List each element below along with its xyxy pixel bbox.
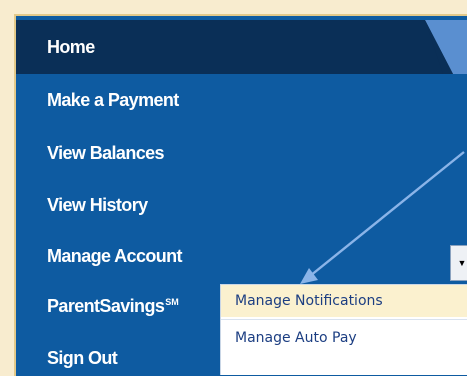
manage-account-submenu: Manage Notifications Manage Auto Pay bbox=[220, 284, 467, 375]
nav-item-label: Make a Payment bbox=[47, 89, 179, 110]
nav-item-label: ParentSavingsSM bbox=[47, 296, 179, 317]
submenu-divider bbox=[221, 319, 467, 320]
nav-item-manage-account[interactable]: Manage Account bbox=[16, 230, 467, 282]
nav-item-make-payment[interactable]: Make a Payment bbox=[16, 74, 467, 126]
corner-tab-decoration bbox=[425, 20, 467, 74]
nav-item-label: View Balances bbox=[47, 142, 165, 163]
nav-item-label-text: ParentSavings bbox=[47, 295, 165, 316]
nav-item-view-history[interactable]: View History bbox=[16, 179, 467, 231]
nav-item-label: Home bbox=[47, 36, 95, 57]
nav-item-home[interactable]: Home bbox=[16, 20, 467, 74]
submenu-item-manage-auto-pay[interactable]: Manage Auto Pay bbox=[221, 322, 467, 354]
submenu-item-label: Manage Auto Pay bbox=[235, 330, 357, 346]
nav-item-view-balances[interactable]: View Balances bbox=[16, 127, 467, 179]
nav-item-label: Manage Account bbox=[47, 245, 183, 266]
submenu-item-label: Manage Notifications bbox=[235, 293, 383, 309]
submenu-item-manage-notifications[interactable]: Manage Notifications bbox=[221, 285, 467, 317]
caret-down-icon[interactable]: ▼ bbox=[450, 245, 467, 281]
nav-item-label: View History bbox=[47, 194, 148, 215]
service-mark: SM bbox=[165, 296, 179, 307]
nav-item-label: Sign Out bbox=[47, 347, 118, 368]
